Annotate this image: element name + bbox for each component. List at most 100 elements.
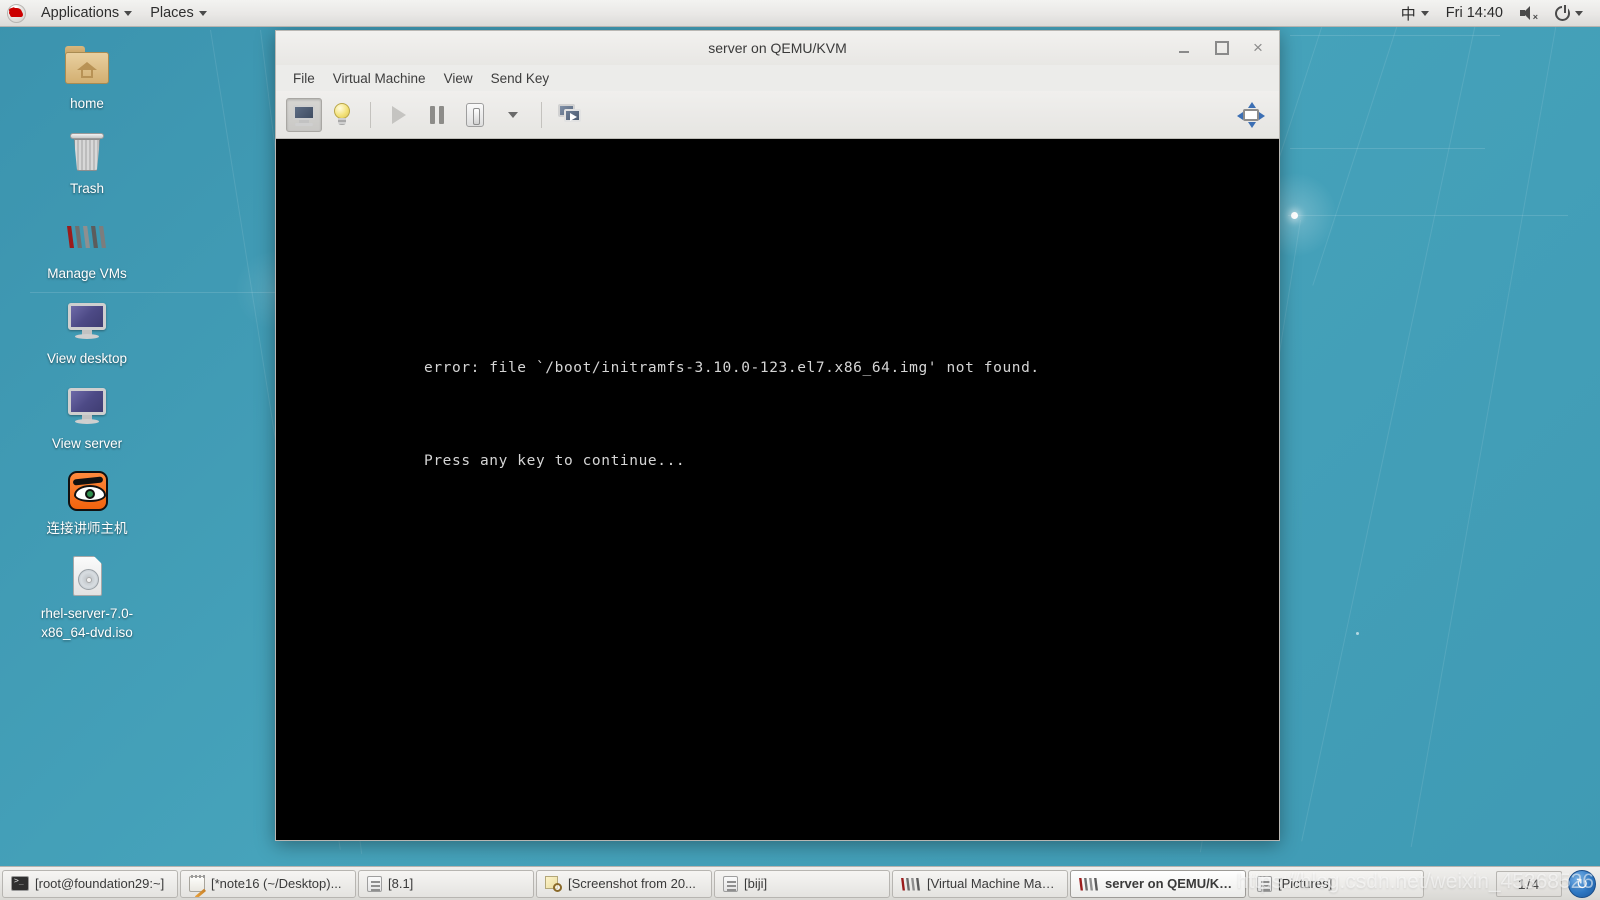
desktop-icon-rhel-iso[interactable]: rhel-server-7.0-x86_64-dvd.iso: [28, 552, 146, 642]
trash-icon: [63, 127, 111, 175]
taskbar-item-label: [8.1]: [388, 876, 414, 891]
chevron-down-icon: [1420, 10, 1429, 16]
desktop-icon-view-server[interactable]: View server: [28, 382, 146, 453]
input-method-indicator[interactable]: 中: [1392, 0, 1438, 26]
desktop-icon-label: 连接讲师主机: [46, 521, 128, 536]
taskbar-item-virt-manager[interactable]: [Virtual Machine Man...: [892, 869, 1068, 898]
home-folder-icon: [63, 42, 111, 90]
menu-bar: File Virtual Machine View Send Key: [276, 65, 1279, 91]
vm-guest-console[interactable]: error: file `/boot/initramfs-3.10.0-123.…: [276, 139, 1279, 840]
taskbar-item-note16[interactable]: [*note16 (~/Desktop)...: [180, 869, 356, 898]
taskbar-item-label: server on QEMU/KVM: [1105, 876, 1237, 891]
taskbar-item-label: [biji]: [744, 876, 768, 891]
taskbar-item-server-console[interactable]: server on QEMU/KVM: [1070, 869, 1246, 898]
taskbar-tray: 1/4 ↻: [1496, 869, 1598, 898]
places-menu[interactable]: Places: [141, 0, 216, 26]
desktop-icon-list: home Trash Manage VMs View desktop View: [28, 42, 146, 656]
desktop-icon-trash[interactable]: Trash: [28, 127, 146, 198]
desktop-icon-home[interactable]: home: [28, 42, 146, 113]
screenshot-icon: [545, 875, 562, 892]
pause-icon: [430, 105, 444, 124]
taskbar-item-label: [*note16 (~/Desktop)...: [211, 876, 342, 891]
taskbar-item-pictures[interactable]: [Pictures]: [1248, 869, 1424, 898]
close-button[interactable]: ×: [1251, 39, 1265, 56]
monitor-icon: [63, 297, 111, 345]
pause-button[interactable]: [419, 98, 455, 132]
workspace-switcher-icon[interactable]: ↻: [1568, 869, 1596, 898]
taskbar-item-terminal[interactable]: [root@foundation29:~]: [2, 869, 178, 898]
workspace-switcher[interactable]: 1/4: [1496, 870, 1562, 897]
volume-indicator[interactable]: ×: [1511, 0, 1546, 26]
window-title: server on QEMU/KVM: [708, 40, 847, 56]
vm-console-window: server on QEMU/KVM × File Virtual Machin…: [275, 30, 1280, 841]
taskbar-item-biji[interactable]: [biji]: [714, 869, 890, 898]
shutdown-dropdown[interactable]: [495, 98, 531, 132]
snapshot-icon: [558, 103, 582, 126]
desktop-icon-label: Manage VMs: [47, 266, 127, 281]
minimize-button[interactable]: [1179, 43, 1193, 53]
fullscreen-icon: [1237, 101, 1265, 128]
lightbulb-icon: [333, 102, 351, 127]
virt-manager-icon: [901, 877, 921, 891]
system-menu[interactable]: [1546, 0, 1592, 26]
console-output: error: file `/boot/initramfs-3.10.0-123.…: [424, 291, 1040, 539]
console-view-button[interactable]: [286, 97, 322, 132]
menu-virtual-machine[interactable]: Virtual Machine: [324, 68, 435, 89]
window-titlebar[interactable]: server on QEMU/KVM ×: [276, 31, 1279, 65]
taskbar-item-screenshot[interactable]: [Screenshot from 20...: [536, 869, 712, 898]
maximize-button[interactable]: [1215, 41, 1229, 55]
taskbar-item-label: [root@foundation29:~]: [35, 876, 165, 891]
notepad-icon: [189, 874, 205, 892]
clock[interactable]: Fri 14:40: [1438, 5, 1511, 21]
monitor-icon: [63, 382, 111, 430]
chevron-down-icon: [124, 10, 133, 16]
redhat-logo-icon[interactable]: [7, 3, 26, 23]
chevron-down-icon: [1575, 10, 1583, 16]
applications-menu[interactable]: Applications: [32, 0, 141, 26]
details-view-button[interactable]: [324, 98, 360, 132]
applications-menu-label: Applications: [41, 5, 120, 21]
vnc-eye-icon: [63, 467, 111, 515]
console-prompt-line: Press any key to continue...: [424, 453, 686, 469]
desktop-icon-label: View server: [51, 436, 123, 451]
taskbar-item-label: [Virtual Machine Man...: [927, 876, 1059, 891]
desktop-icon-label: Trash: [69, 181, 104, 196]
chevron-down-icon: [508, 111, 518, 118]
speaker-muted-icon: ×: [1520, 6, 1538, 22]
toolbar: [276, 91, 1279, 139]
virt-manager-icon: [63, 212, 111, 260]
run-button[interactable]: [381, 98, 417, 132]
taskbar-item-label: [Pictures]: [1278, 876, 1333, 891]
desktop-icon-label: View desktop: [46, 351, 128, 366]
taskbar-item-8-1[interactable]: [8.1]: [358, 869, 534, 898]
snapshots-button[interactable]: [552, 98, 588, 132]
fullscreen-button[interactable]: [1233, 98, 1269, 132]
iso-disc-icon: [63, 552, 111, 600]
desktop-icon-manage-vms[interactable]: Manage VMs: [28, 212, 146, 283]
desktop-icon-view-desktop[interactable]: View desktop: [28, 297, 146, 368]
menu-file[interactable]: File: [284, 68, 324, 89]
desktop-icon-connect-instructor-host[interactable]: 连接讲师主机: [28, 467, 146, 538]
toolbar-separator: [541, 101, 542, 128]
desktop-screen: Applications Places 中 Fri 14:40 × home T…: [0, 0, 1600, 900]
shutdown-button[interactable]: [457, 98, 493, 132]
input-method-label: 中: [1400, 5, 1416, 23]
file-icon: [367, 875, 382, 892]
virt-manager-icon: [1079, 877, 1099, 891]
file-icon: [1257, 875, 1272, 892]
taskbar-item-label: [Screenshot from 20...: [568, 876, 696, 891]
console-icon: [292, 104, 316, 126]
terminal-icon: [11, 876, 29, 891]
play-icon: [392, 105, 406, 124]
toolbar-separator: [370, 101, 371, 128]
chevron-down-icon: [198, 10, 207, 16]
console-error-line: error: file `/boot/initramfs-3.10.0-123.…: [424, 360, 1040, 376]
desktop-icon-label: home: [70, 96, 104, 111]
places-menu-label: Places: [150, 5, 194, 21]
top-panel: Applications Places 中 Fri 14:40 ×: [0, 0, 1600, 27]
taskbar: [root@foundation29:~] [*note16 (~/Deskto…: [0, 866, 1600, 900]
menu-view[interactable]: View: [435, 68, 482, 89]
menu-send-key[interactable]: Send Key: [482, 68, 559, 89]
power-icon: [1555, 4, 1570, 21]
file-icon: [723, 875, 738, 892]
